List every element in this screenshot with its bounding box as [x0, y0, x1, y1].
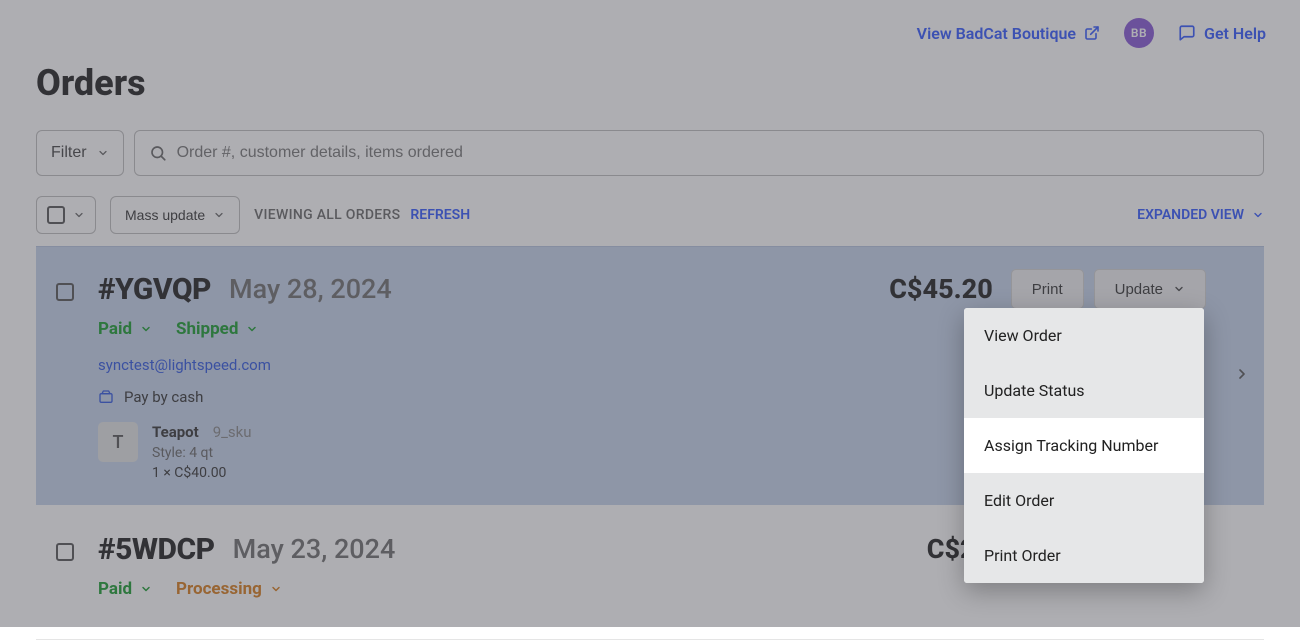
- item-sku: 9_sku: [213, 423, 252, 441]
- view-store-label: View BadCat Boutique: [917, 24, 1076, 43]
- row-checkbox[interactable]: [56, 283, 74, 301]
- fulfillment-status-dropdown[interactable]: Shipped: [176, 319, 258, 339]
- item-style: Style: 4 qt: [152, 445, 252, 461]
- chevron-down-icon: [97, 147, 109, 159]
- mass-update-button[interactable]: Mass update: [110, 196, 240, 234]
- payment-status-label: Paid: [98, 579, 132, 599]
- order-total: C$45.20: [889, 273, 993, 305]
- print-button[interactable]: Print: [1011, 269, 1084, 309]
- refresh-label: REFRESH: [410, 207, 470, 223]
- filter-button-label: Filter: [51, 144, 87, 162]
- order-id: #5WDCP: [98, 532, 215, 567]
- payment-status-dropdown[interactable]: Paid: [98, 319, 152, 339]
- search-input[interactable]: [177, 144, 1249, 162]
- view-store-link[interactable]: View BadCat Boutique: [917, 24, 1100, 43]
- menu-item-label: Print Order: [984, 546, 1061, 565]
- print-button-label: Print: [1032, 281, 1063, 298]
- chevron-down-icon: [246, 323, 258, 335]
- chevron-down-icon: [1252, 209, 1264, 221]
- chevron-down-icon: [213, 209, 225, 221]
- checkbox-icon: [47, 206, 65, 224]
- menu-item-view-order[interactable]: View Order: [964, 308, 1204, 363]
- order-expand-chevron[interactable]: [1234, 366, 1250, 386]
- chevron-down-icon: [140, 583, 152, 595]
- order-date: May 28, 2024: [229, 273, 392, 305]
- update-button[interactable]: Update: [1094, 269, 1206, 309]
- page-title: Orders: [36, 62, 1264, 104]
- search-input-wrapper[interactable]: [134, 130, 1264, 176]
- item-thumbnail: T: [98, 422, 138, 462]
- select-all-dropdown[interactable]: [36, 196, 96, 234]
- viewing-label: VIEWING ALL ORDERS: [254, 207, 400, 223]
- external-link-icon: [1084, 25, 1100, 41]
- mass-update-label: Mass update: [125, 207, 205, 223]
- order-date: May 23, 2024: [233, 533, 396, 565]
- payment-method-label: Pay by cash: [124, 388, 203, 406]
- fulfillment-status-dropdown[interactable]: Processing: [176, 579, 282, 599]
- expanded-view-toggle[interactable]: EXPANDED VIEW: [1137, 207, 1264, 223]
- item-thumb-letter: T: [113, 432, 124, 453]
- expanded-view-label: EXPANDED VIEW: [1137, 207, 1244, 223]
- chevron-down-icon: [140, 323, 152, 335]
- chat-icon: [1178, 24, 1196, 42]
- update-dropdown-menu: View Order Update Status Assign Tracking…: [964, 308, 1204, 583]
- fulfillment-status-label: Processing: [176, 579, 262, 599]
- chevron-right-icon: [1234, 366, 1250, 382]
- get-help-link[interactable]: Get Help: [1178, 24, 1266, 43]
- search-icon: [149, 144, 167, 162]
- update-button-label: Update: [1115, 281, 1163, 298]
- fulfillment-status-label: Shipped: [176, 319, 238, 339]
- chevron-down-icon: [270, 583, 282, 595]
- payment-status-label: Paid: [98, 319, 132, 339]
- menu-item-label: Update Status: [984, 381, 1085, 400]
- menu-item-edit-order[interactable]: Edit Order: [964, 473, 1204, 528]
- payment-status-dropdown[interactable]: Paid: [98, 579, 152, 599]
- filter-button[interactable]: Filter: [36, 130, 124, 176]
- chevron-down-icon: [1173, 283, 1185, 295]
- chevron-down-icon: [73, 209, 85, 221]
- menu-item-print-order[interactable]: Print Order: [964, 528, 1204, 583]
- order-id: #YGVQP: [98, 272, 211, 307]
- refresh-link[interactable]: REFRESH: [410, 207, 470, 223]
- menu-item-label: Assign Tracking Number: [984, 436, 1158, 455]
- menu-item-label: View Order: [984, 326, 1062, 345]
- item-name: Teapot: [152, 423, 199, 441]
- customer-email-link[interactable]: synctest@lightspeed.com: [98, 356, 271, 374]
- avatar[interactable]: BB: [1124, 18, 1154, 48]
- wallet-icon: [98, 389, 114, 405]
- row-checkbox[interactable]: [56, 543, 74, 561]
- menu-item-update-status[interactable]: Update Status: [964, 363, 1204, 418]
- avatar-initials: BB: [1131, 26, 1147, 40]
- menu-item-label: Edit Order: [984, 491, 1054, 510]
- item-qty-price: 1 × C$40.00: [152, 465, 252, 481]
- get-help-label: Get Help: [1204, 24, 1266, 43]
- menu-item-assign-tracking[interactable]: Assign Tracking Number: [964, 418, 1204, 473]
